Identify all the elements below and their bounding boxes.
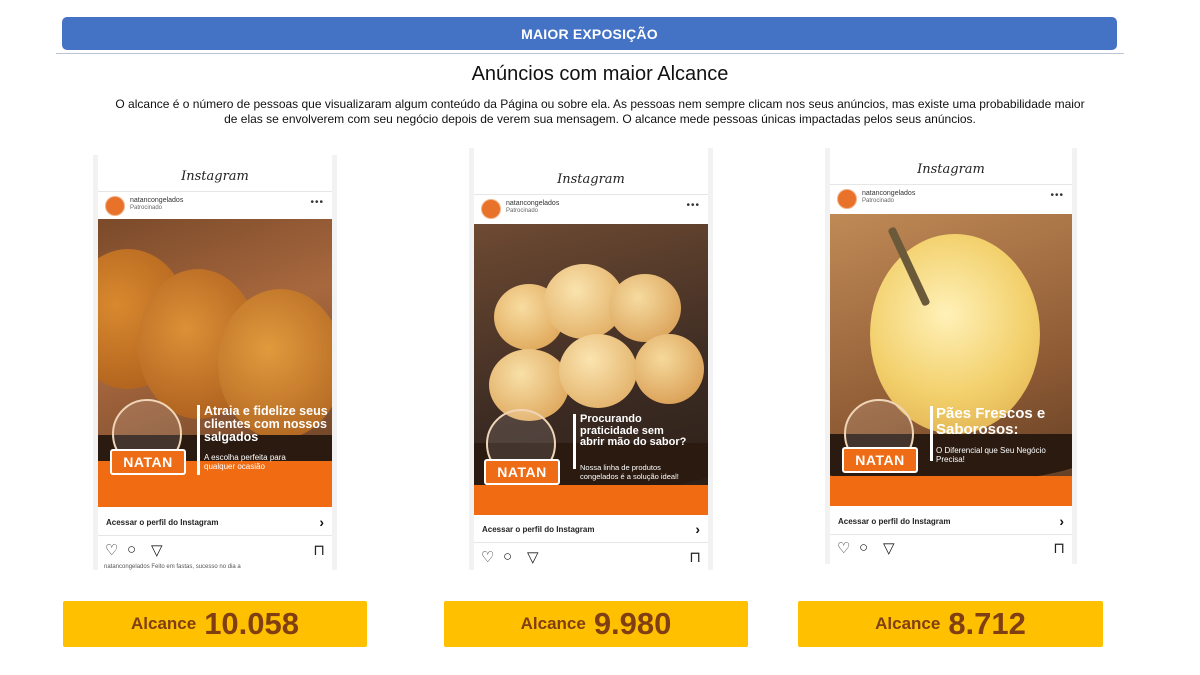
ad-account-row: natancongelados Patrocinado ••• [830, 184, 1072, 212]
profile-cta-row[interactable]: Acessar o perfil do Instagram › [830, 508, 1072, 535]
ad-subline: Nossa linha de produtos congelados é a s… [580, 463, 679, 481]
ad-subline: A escolha perfeita para qualquer ocasião [204, 453, 286, 472]
reach-value: 8.712 [948, 606, 1026, 641]
sponsored-label: Patrocinado [130, 205, 163, 211]
brand-tag: NATAN [842, 447, 918, 473]
send-icon[interactable]: ▽ [527, 548, 539, 566]
instagram-wordmark: Instagram [98, 163, 332, 192]
banner-divider [56, 53, 1124, 54]
heart-icon[interactable]: ♡ [105, 541, 118, 559]
comment-icon[interactable]: ○ [859, 539, 868, 556]
bookmark-icon[interactable]: ⊓ [1053, 539, 1065, 557]
reach-label: Alcance [875, 614, 941, 633]
ad-headline: Procurando praticidade sem abrir mão do … [580, 413, 687, 449]
ad-card-2[interactable]: Instagram natancongelados Patrocinado ••… [469, 148, 713, 570]
profile-cta-row[interactable]: Acessar o perfil do Instagram › [474, 516, 708, 543]
ad-headline: Pães Frescos e Saborosos: [936, 405, 1046, 438]
cheese-bread-shape [634, 334, 704, 404]
post-actions: ♡ ○ ▽ ⊓ [474, 545, 708, 567]
reach-badge-1: Alcance 10.058 [63, 601, 367, 647]
more-icon[interactable]: ••• [310, 197, 324, 208]
accent-bar [930, 406, 933, 461]
comment-icon[interactable]: ○ [127, 541, 136, 558]
cta-label: Acessar o perfil do Instagram [838, 517, 951, 526]
post-actions: ♡ ○ ▽ ⊓ [98, 538, 332, 560]
accent-bar [197, 405, 200, 475]
section-banner: MAIOR EXPOSIÇÃO [62, 17, 1117, 50]
post-actions: ♡ ○ ▽ ⊓ [830, 536, 1072, 558]
brand-tag: NATAN [484, 459, 560, 485]
ad-image: NATAN Atraia e fidelize seus clientes co… [98, 219, 332, 507]
sponsored-label: Patrocinado [506, 208, 539, 214]
ad-card-3[interactable]: Instagram natancongelados Patrocinado ••… [825, 148, 1077, 564]
chevron-right-icon: › [319, 514, 324, 530]
profile-cta-row[interactable]: Acessar o perfil do Instagram › [98, 509, 332, 536]
more-icon[interactable]: ••• [686, 200, 700, 211]
reach-label: Alcance [130, 614, 197, 633]
section-description: O alcance é o número de pessoas que visu… [115, 97, 1085, 126]
orange-band [830, 476, 1072, 506]
cheese-bread-shape [559, 334, 637, 408]
section-title: Anúncios com maior Alcance [471, 63, 729, 85]
send-icon[interactable]: ▽ [151, 541, 163, 559]
chevron-right-icon: › [695, 521, 700, 537]
cta-label: Acessar o perfil do Instagram [106, 518, 219, 527]
cta-label: Acessar o perfil do Instagram [482, 525, 595, 534]
brand-tag: NATAN [110, 449, 186, 475]
post-caption: natancongelados Feito em fastas, sucesso… [104, 564, 241, 570]
reach-value: 9.980 [593, 606, 672, 641]
reach-value: 10.058 [204, 606, 300, 641]
ad-image: NATAN Pães Frescos e Saborosos: O Difere… [830, 214, 1072, 506]
accent-bar [573, 414, 576, 469]
sponsored-label: Patrocinado [862, 198, 895, 204]
bookmark-icon[interactable]: ⊓ [313, 541, 325, 559]
instagram-wordmark: Instagram [830, 156, 1072, 185]
ad-account-row: natancongelados Patrocinado ••• [98, 191, 332, 219]
heart-icon[interactable]: ♡ [837, 539, 850, 557]
chevron-right-icon: › [1059, 513, 1064, 529]
avatar [481, 199, 501, 219]
banner-label: MAIOR EXPOSIÇÃO [521, 25, 658, 42]
send-icon[interactable]: ▽ [883, 539, 895, 557]
heart-icon[interactable]: ♡ [481, 548, 494, 566]
reach-badge-2: Alcance 9.980 [444, 601, 748, 647]
instagram-wordmark: Instagram [474, 166, 708, 195]
bookmark-icon[interactable]: ⊓ [689, 548, 701, 566]
more-icon[interactable]: ••• [1050, 190, 1064, 201]
ad-account-row: natancongelados Patrocinado ••• [474, 194, 708, 222]
avatar [837, 189, 857, 209]
ad-image: NATAN Procurando praticidade sem abrir m… [474, 224, 708, 515]
orange-band [474, 485, 708, 515]
reach-label: Alcance [520, 614, 586, 633]
reach-badge-3: Alcance 8.712 [798, 601, 1103, 647]
cheese-bread-shape [609, 274, 681, 342]
comment-icon[interactable]: ○ [503, 548, 512, 565]
ad-headline: Atraia e fidelize seus clientes com noss… [204, 404, 328, 445]
avatar [105, 196, 125, 216]
ad-card-1[interactable]: Instagram natancongelados Patrocinado ••… [93, 155, 337, 570]
ad-subline: O Diferencial que Seu Negócio Precisa! [936, 446, 1046, 465]
